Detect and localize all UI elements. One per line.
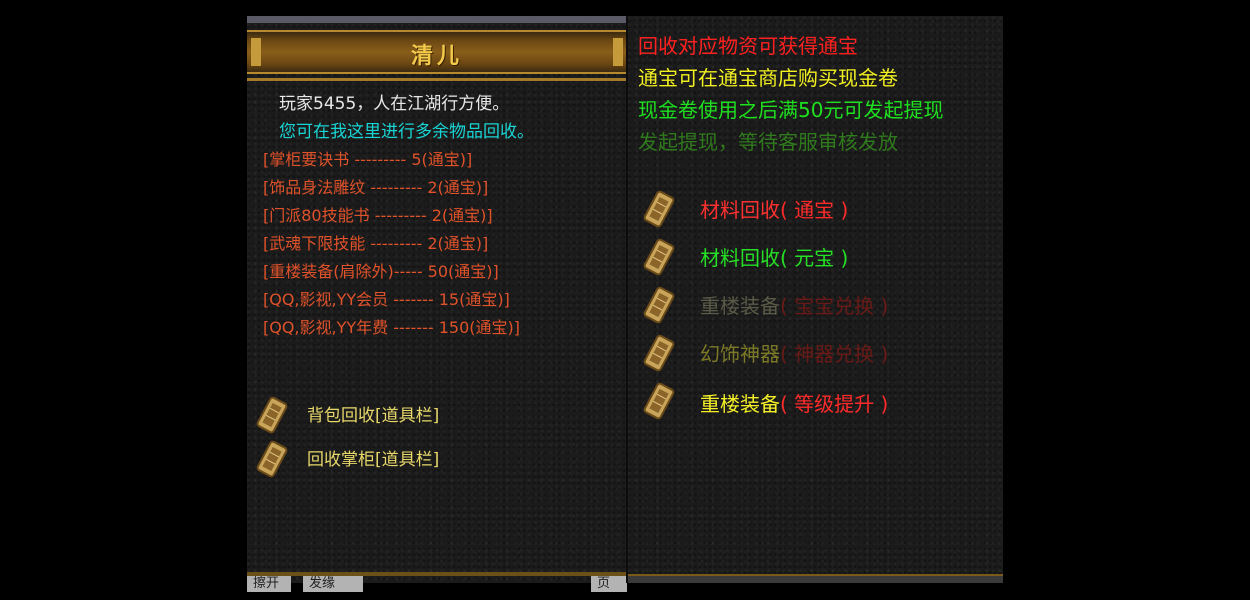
npc-name-title: 清儿 bbox=[410, 44, 463, 69]
window-top-strip bbox=[247, 16, 627, 23]
bottom-tab[interactable]: 发缘 bbox=[303, 576, 363, 592]
bag-recycle-link[interactable]: 背包回收[道具栏] bbox=[307, 406, 439, 426]
info-line: 回收对应物资可获得通宝 bbox=[638, 34, 858, 58]
option-paren: ( 元宝 ) bbox=[780, 246, 849, 270]
info-line: 发起提现，等待客服审核发放 bbox=[638, 130, 898, 154]
bottom-tab[interactable]: 页 bbox=[591, 576, 627, 592]
option-label: 重楼装备 bbox=[700, 392, 780, 416]
option-material-recycle-yuanbao[interactable]: 材料回收( 元宝 ) bbox=[700, 244, 848, 272]
info-line: 现金卷使用之后满50元可发起提现 bbox=[638, 98, 944, 122]
option-label: 材料回收 bbox=[700, 246, 780, 270]
greeting-text: 玩家5455，人在江湖行方便。 bbox=[279, 94, 510, 114]
bottom-frame-strip bbox=[628, 576, 1003, 583]
option-label: 重楼装备 bbox=[700, 294, 780, 318]
option-equipment-pet-exchange[interactable]: 重楼装备( 宝宝兑换 ) bbox=[700, 292, 888, 320]
option-paren: ( 神器兑换 ) bbox=[780, 342, 889, 366]
recycle-item-row: [QQ,影视,YY会员 ------- 15(通宝)] bbox=[263, 290, 510, 309]
title-underline bbox=[247, 78, 627, 81]
option-equipment-level-up[interactable]: 重楼装备( 等级提升 ) bbox=[700, 390, 888, 418]
recycle-item-row: [QQ,影视,YY年费 ------- 150(通宝)] bbox=[263, 318, 521, 337]
recycle-intro-text: 您可在我这里进行多余物品回收。 bbox=[279, 122, 534, 142]
option-material-recycle-tongbao[interactable]: 材料回收( 通宝 ) bbox=[700, 196, 848, 224]
option-paren: ( 等级提升 ) bbox=[780, 392, 889, 416]
scroll-token-icon bbox=[642, 382, 676, 420]
option-paren: ( 宝宝兑换 ) bbox=[780, 294, 889, 318]
bottom-tab[interactable]: 擦开 bbox=[247, 576, 291, 592]
option-label: 幻饰神器 bbox=[700, 342, 780, 366]
scroll-token-icon bbox=[642, 286, 676, 324]
option-label: 材料回收 bbox=[700, 198, 780, 222]
recycle-item-row: [掌柜要诀书 --------- 5(通宝)] bbox=[263, 150, 473, 169]
info-line: 通宝可在通宝商店购买现金卷 bbox=[638, 66, 898, 90]
scroll-token-icon bbox=[642, 238, 676, 276]
recycle-item-row: [饰品身法雕纹 --------- 2(通宝)] bbox=[263, 178, 489, 197]
scroll-token-icon bbox=[642, 190, 676, 228]
title-bar: 清儿 bbox=[247, 30, 627, 74]
scroll-token-icon bbox=[255, 396, 289, 434]
scroll-token-icon bbox=[255, 440, 289, 478]
exchange-panel: 回收对应物资可获得通宝 通宝可在通宝商店购买现金卷 现金卷使用之后满50元可发起… bbox=[628, 16, 1003, 583]
recycle-item-row: [门派80技能书 --------- 2(通宝)] bbox=[263, 206, 493, 225]
recycle-item-row: [武魂下限技能 --------- 2(通宝)] bbox=[263, 234, 489, 253]
scroll-token-icon bbox=[642, 334, 676, 372]
recycle-item-row: [重楼装备(肩除外)----- 50(通宝)] bbox=[263, 262, 499, 281]
option-artifact-exchange[interactable]: 幻饰神器( 神器兑换 ) bbox=[700, 340, 888, 368]
npc-dialog-panel: 清儿 玩家5455，人在江湖行方便。 您可在我这里进行多余物品回收。 [掌柜要诀… bbox=[247, 16, 627, 592]
shopkeeper-recycle-link[interactable]: 回收掌柜[道具栏] bbox=[307, 450, 439, 470]
option-paren: ( 通宝 ) bbox=[780, 198, 849, 222]
